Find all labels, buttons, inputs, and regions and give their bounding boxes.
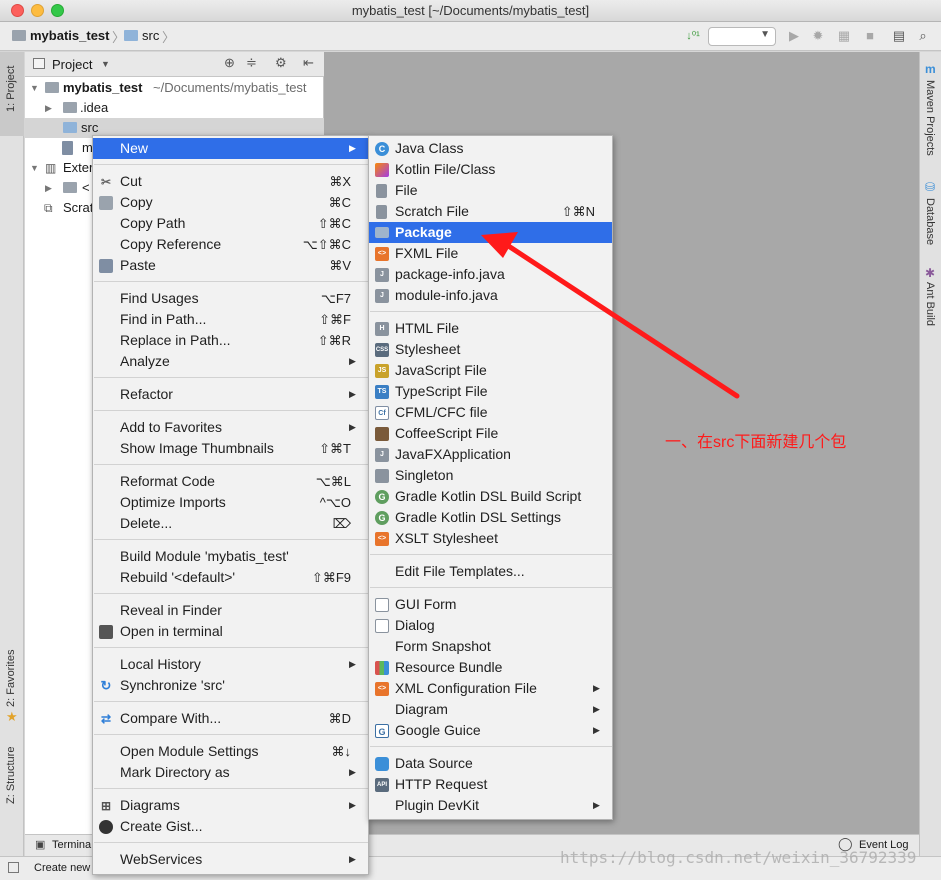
annotation-arrow-head	[481, 232, 518, 258]
annotation-arrow-shaft	[507, 244, 740, 399]
annotation-text: 一、在src下面新建几个包	[665, 434, 847, 451]
watermark-text: https://blog.csdn.net/weixin_36792339	[560, 848, 917, 867]
